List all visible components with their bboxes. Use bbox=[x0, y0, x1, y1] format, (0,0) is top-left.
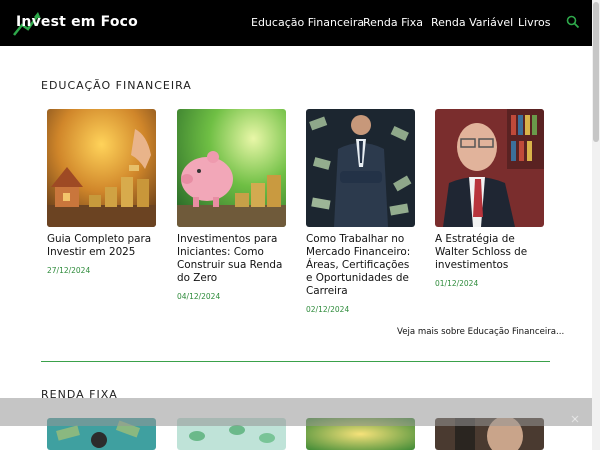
page-scrollbar[interactable] bbox=[592, 0, 600, 450]
card-title-walter-schloss[interactable]: A Estratégia de Walter Schloss de invest… bbox=[435, 233, 547, 272]
card-date: 04/12/2024 bbox=[177, 292, 221, 301]
card-date: 27/12/2024 bbox=[47, 266, 91, 275]
see-more-educacao-financeira-link[interactable]: Veja mais sobre Educação Financeira... bbox=[397, 327, 564, 337]
card-title-investimentos-iniciantes[interactable]: Investimentos para Iniciantes: Como Cons… bbox=[177, 233, 289, 285]
card-date: 02/12/2024 bbox=[306, 305, 350, 314]
section-divider bbox=[41, 361, 550, 362]
card-image-investimentos-iniciantes[interactable] bbox=[177, 109, 286, 227]
card-title-guia-completo[interactable]: Guia Completo para Investir em 2025 bbox=[47, 233, 159, 259]
search-icon[interactable] bbox=[566, 15, 580, 29]
card-image-guia-completo[interactable] bbox=[47, 109, 156, 227]
nav-renda-fixa[interactable]: Renda Fixa bbox=[363, 16, 423, 30]
businessman-money-icon bbox=[306, 109, 415, 227]
site-header: Invest em Foco Educação Financeira Renda… bbox=[0, 0, 592, 46]
coins-house-icon bbox=[47, 109, 156, 227]
section-title-educacao-financeira: EDUCAÇÃO FINANCEIRA bbox=[41, 79, 192, 92]
nav-livros[interactable]: Livros bbox=[518, 16, 550, 30]
nav-renda-variavel[interactable]: Renda Variável bbox=[431, 16, 513, 30]
card-image-mercado-financeiro[interactable] bbox=[306, 109, 415, 227]
card-title-mercado-financeiro[interactable]: Como Trabalhar no Mercado Financeiro: Ár… bbox=[306, 233, 418, 298]
nav-educacao-financeira[interactable]: Educação Financeira bbox=[251, 16, 364, 30]
site-logo-text[interactable]: Invest em Foco bbox=[16, 14, 138, 30]
scrollbar-thumb[interactable] bbox=[593, 2, 599, 142]
elderly-man-portrait-icon bbox=[435, 109, 544, 227]
piggy-bank-icon bbox=[177, 109, 286, 227]
card-image-walter-schloss[interactable] bbox=[435, 109, 544, 227]
cookie-consent-bar bbox=[0, 398, 592, 426]
close-icon[interactable] bbox=[570, 414, 580, 424]
card-date: 01/12/2024 bbox=[435, 279, 479, 288]
